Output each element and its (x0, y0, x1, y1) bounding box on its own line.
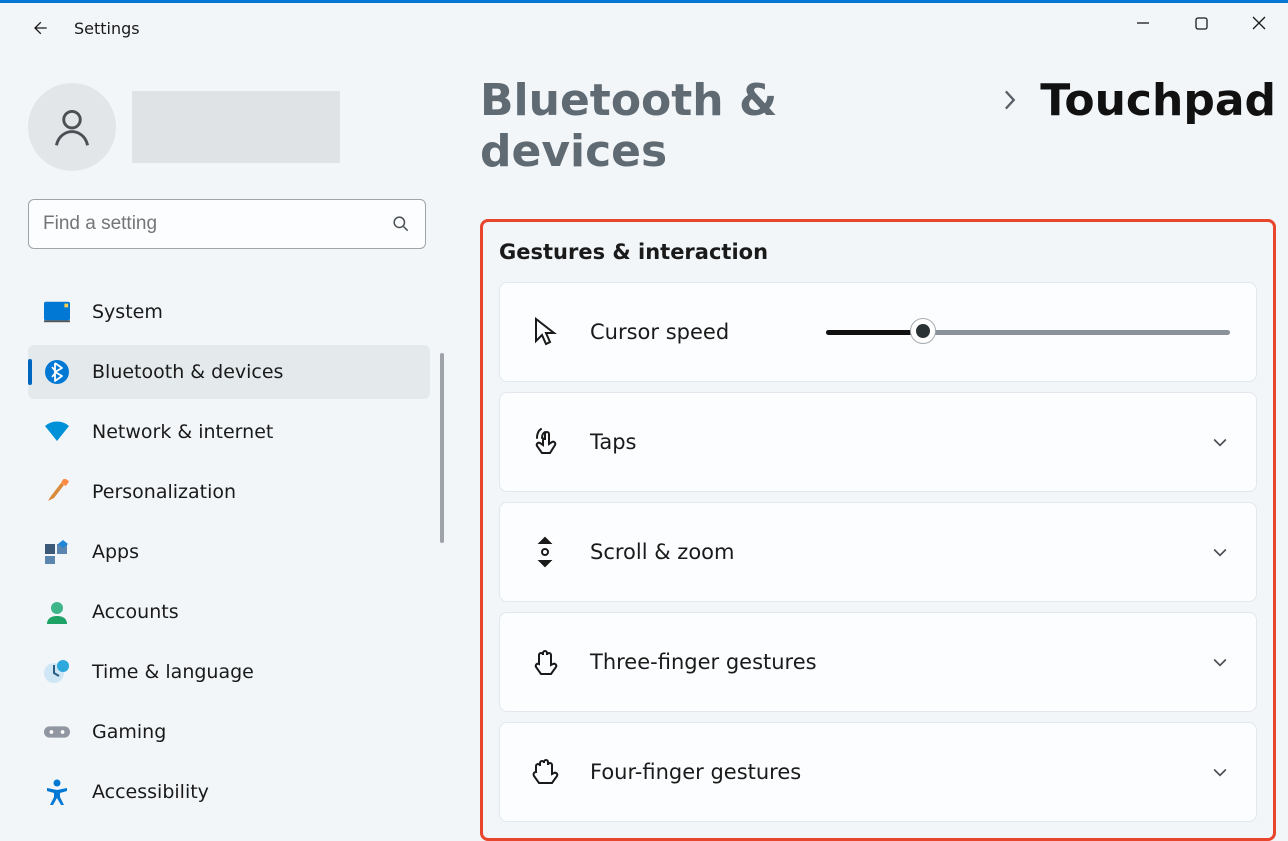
sidebar-item-system[interactable]: System (28, 285, 430, 339)
nav-list: System Bluetooth & devices Network & int… (28, 285, 430, 819)
hand-three-icon (526, 648, 564, 676)
card-label: Cursor speed (590, 320, 729, 344)
paintbrush-icon (44, 479, 70, 505)
tap-icon (526, 428, 564, 456)
chevron-right-icon (1000, 84, 1018, 119)
section-heading: Gestures & interaction (499, 240, 1257, 264)
bluetooth-icon (44, 359, 70, 385)
maximize-button[interactable] (1172, 3, 1230, 43)
chevron-down-icon (1210, 432, 1230, 452)
four-finger-row[interactable]: Four-finger gestures (499, 722, 1257, 822)
sidebar-item-accounts[interactable]: Accounts (28, 585, 430, 639)
arrow-left-icon (30, 18, 50, 38)
hand-four-icon (526, 758, 564, 786)
close-icon (1252, 16, 1266, 30)
sidebar-item-label: System (92, 301, 163, 323)
search-box[interactable] (28, 199, 426, 249)
user-name-placeholder (132, 91, 340, 163)
card-label: Scroll & zoom (590, 540, 734, 564)
window-controls (1114, 3, 1288, 43)
sidebar-item-label: Bluetooth & devices (92, 361, 283, 383)
app-title: Settings (74, 19, 140, 38)
card-label: Taps (590, 430, 637, 454)
card-label: Four-finger gestures (590, 760, 801, 784)
minimize-icon (1136, 16, 1150, 30)
sidebar-item-label: Gaming (92, 721, 166, 743)
breadcrumb-parent[interactable]: Bluetooth & devices (480, 75, 978, 177)
title-bar: Settings (0, 3, 1288, 53)
breadcrumb: Bluetooth & devices Touchpad (480, 75, 1276, 177)
sidebar-item-gaming[interactable]: Gaming (28, 705, 430, 759)
cursor-icon (526, 317, 564, 347)
sidebar-item-label: Personalization (92, 481, 236, 503)
search-input[interactable] (43, 213, 391, 235)
cursor-speed-row: Cursor speed (499, 282, 1257, 382)
sidebar-item-label: Apps (92, 541, 139, 563)
card-label: Three-finger gestures (590, 650, 817, 674)
page-title: Touchpad (1040, 75, 1276, 126)
sidebar-scrollbar[interactable] (440, 353, 444, 543)
gestures-interaction-section: Gestures & interaction Cursor speed (480, 219, 1276, 841)
maximize-icon (1195, 17, 1208, 30)
close-button[interactable] (1230, 3, 1288, 43)
sidebar-item-accessibility[interactable]: Accessibility (28, 765, 430, 819)
main-content: Bluetooth & devices Touchpad Gestures & … (450, 53, 1288, 836)
sidebar-item-personalization[interactable]: Personalization (28, 465, 430, 519)
search-icon (391, 214, 411, 234)
clock-globe-icon (44, 659, 70, 685)
sidebar: System Bluetooth & devices Network & int… (0, 53, 450, 836)
sidebar-item-bluetooth-devices[interactable]: Bluetooth & devices (28, 345, 430, 399)
chevron-down-icon (1210, 762, 1230, 782)
chevron-down-icon (1210, 542, 1230, 562)
sidebar-item-label: Accessibility (92, 781, 209, 803)
minimize-button[interactable] (1114, 3, 1172, 43)
apps-icon (44, 539, 70, 565)
three-finger-row[interactable]: Three-finger gestures (499, 612, 1257, 712)
sidebar-item-label: Network & internet (92, 421, 273, 443)
sidebar-item-network[interactable]: Network & internet (28, 405, 430, 459)
gamepad-icon (44, 719, 70, 745)
slider-thumb[interactable] (910, 318, 936, 344)
sidebar-item-label: Time & language (92, 661, 254, 683)
user-icon (50, 105, 94, 149)
scroll-zoom-row[interactable]: Scroll & zoom (499, 502, 1257, 602)
back-button[interactable] (20, 8, 60, 48)
scroll-icon (526, 536, 564, 568)
taps-row[interactable]: Taps (499, 392, 1257, 492)
avatar (28, 83, 116, 171)
sidebar-item-label: Accounts (92, 601, 179, 623)
accessibility-icon (44, 779, 70, 805)
sidebar-item-time-language[interactable]: Time & language (28, 645, 430, 699)
slider-fill (826, 330, 923, 335)
wifi-icon (44, 419, 70, 445)
user-row[interactable] (28, 83, 430, 171)
person-icon (44, 599, 70, 625)
display-icon (44, 299, 70, 325)
sidebar-item-apps[interactable]: Apps (28, 525, 430, 579)
cursor-speed-slider[interactable] (826, 329, 1230, 335)
chevron-down-icon (1210, 652, 1230, 672)
